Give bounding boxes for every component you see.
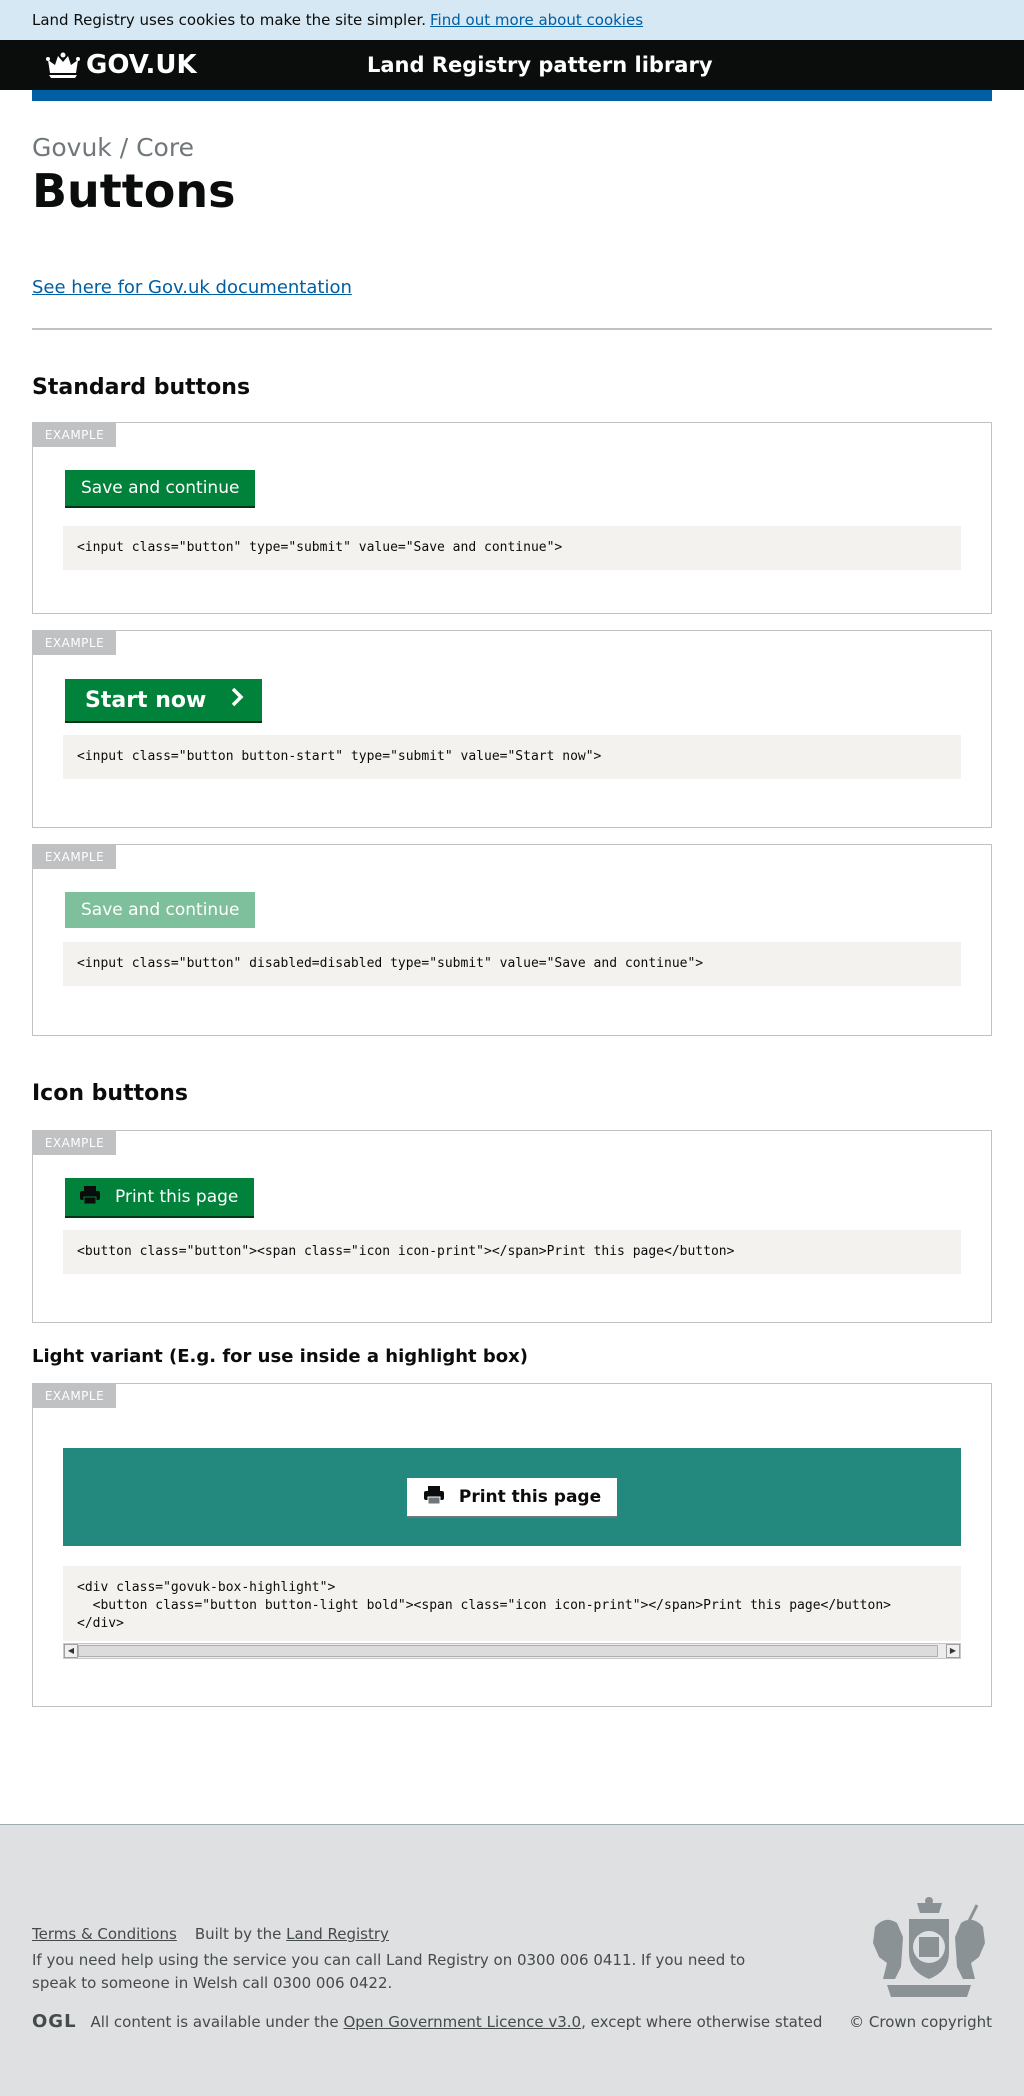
main-content: Govuk / Core Buttons See here for Gov.uk… xyxy=(0,133,1024,1707)
land-registry-link[interactable]: Land Registry xyxy=(286,1925,389,1943)
print-page-light-button[interactable]: Print this page xyxy=(406,1478,618,1516)
code-sample: <input class="button" type="submit" valu… xyxy=(63,526,961,570)
logo-text: GOV.UK xyxy=(86,50,197,80)
code-sample: <input class="button" disabled=disabled … xyxy=(63,942,961,986)
licence-prefix: All content is available under the xyxy=(90,2012,339,2031)
footer-licence: OGL All content is available under the O… xyxy=(32,2011,822,2032)
print-button-label: Print this page xyxy=(115,1187,239,1207)
example-tag: EXAMPLE xyxy=(33,423,116,447)
scroll-right-arrow-icon[interactable]: ▶ xyxy=(946,1644,960,1658)
highlight-box: Print this page xyxy=(63,1448,961,1546)
start-now-label: Start now xyxy=(85,687,207,713)
copyright: © Crown copyright xyxy=(849,2013,992,2031)
example-tag: EXAMPLE xyxy=(33,1384,116,1408)
built-by-text: Built by the xyxy=(194,1925,282,1943)
example-box-light: EXAMPLE Print this page <div class="govu… xyxy=(32,1383,992,1707)
example-tag: EXAMPLE xyxy=(33,1131,116,1155)
chevron-right-icon xyxy=(230,687,244,713)
page-title: Buttons xyxy=(32,164,236,218)
licence-link[interactable]: Open Government Licence v3.0 xyxy=(343,2013,581,2031)
govuk-logo-link[interactable]: GOV.UK xyxy=(46,40,197,90)
service-name-link[interactable]: Land Registry pattern library xyxy=(367,40,713,90)
header-accent-bar xyxy=(32,90,992,101)
light-button-label: Print this page xyxy=(458,1487,602,1507)
example-box-print: EXAMPLE Print this page <button class="b… xyxy=(32,1130,992,1323)
disabled-save-button[interactable]: Save and continue xyxy=(65,892,256,928)
cookie-info-link[interactable]: Find out more about cookies xyxy=(430,11,643,29)
crown-icon xyxy=(46,52,80,78)
built-by: Built by the Land Registry xyxy=(195,1925,389,1943)
site-header: GOV.UK Land Registry pattern library xyxy=(0,40,1024,90)
example-tag: EXAMPLE xyxy=(33,631,116,655)
divider xyxy=(32,328,992,330)
licence-text: All content is available under the Open … xyxy=(91,2013,823,2031)
horizontal-scrollbar[interactable]: ◀ ▶ xyxy=(63,1643,961,1659)
code-sample: <div class="govuk-box-highlight"> <butto… xyxy=(63,1566,961,1641)
licence-suffix: , except where otherwise stated xyxy=(581,2012,823,2031)
cookie-banner: Land Registry uses cookies to make the s… xyxy=(0,0,1024,40)
example-box-start: EXAMPLE Start now <input class="button b… xyxy=(32,630,992,828)
save-and-continue-button[interactable]: Save and continue xyxy=(65,470,256,506)
documentation-link[interactable]: See here for Gov.uk documentation xyxy=(32,277,352,298)
scroll-left-arrow-icon[interactable]: ◀ xyxy=(64,1644,78,1658)
printer-icon xyxy=(423,1485,445,1510)
footer-help-text: If you need help using the service you c… xyxy=(32,1951,746,1992)
light-variant-heading: Light variant (E.g. for use inside a hig… xyxy=(32,1346,528,1367)
print-page-button[interactable]: Print this page xyxy=(65,1178,255,1216)
start-now-button[interactable]: Start now xyxy=(65,679,263,721)
footer-links: Terms & Conditions Built by the Land Reg… xyxy=(32,1925,389,1943)
terms-link[interactable]: Terms & Conditions xyxy=(32,1925,177,1943)
scrollbar-thumb[interactable] xyxy=(78,1645,938,1657)
code-sample: <input class="button button-start" type=… xyxy=(63,735,961,779)
standard-buttons-heading: Standard buttons xyxy=(32,375,251,400)
site-footer: Terms & Conditions Built by the Land Reg… xyxy=(0,1824,1024,2096)
page-caption: Govuk / Core xyxy=(32,133,194,162)
printer-icon xyxy=(79,1185,101,1210)
code-sample: <button class="button"><span class="icon… xyxy=(63,1230,961,1274)
example-box-disabled: EXAMPLE Save and continue <input class="… xyxy=(32,844,992,1036)
icon-buttons-heading: Icon buttons xyxy=(32,1081,188,1106)
example-tag: EXAMPLE xyxy=(33,845,116,869)
example-box-save: EXAMPLE Save and continue <input class="… xyxy=(32,422,992,614)
cookie-text: Land Registry uses cookies to make the s… xyxy=(32,11,427,29)
royal-coat-of-arms-icon xyxy=(867,1897,992,2005)
ogl-logo-icon: OGL xyxy=(32,2011,77,2032)
